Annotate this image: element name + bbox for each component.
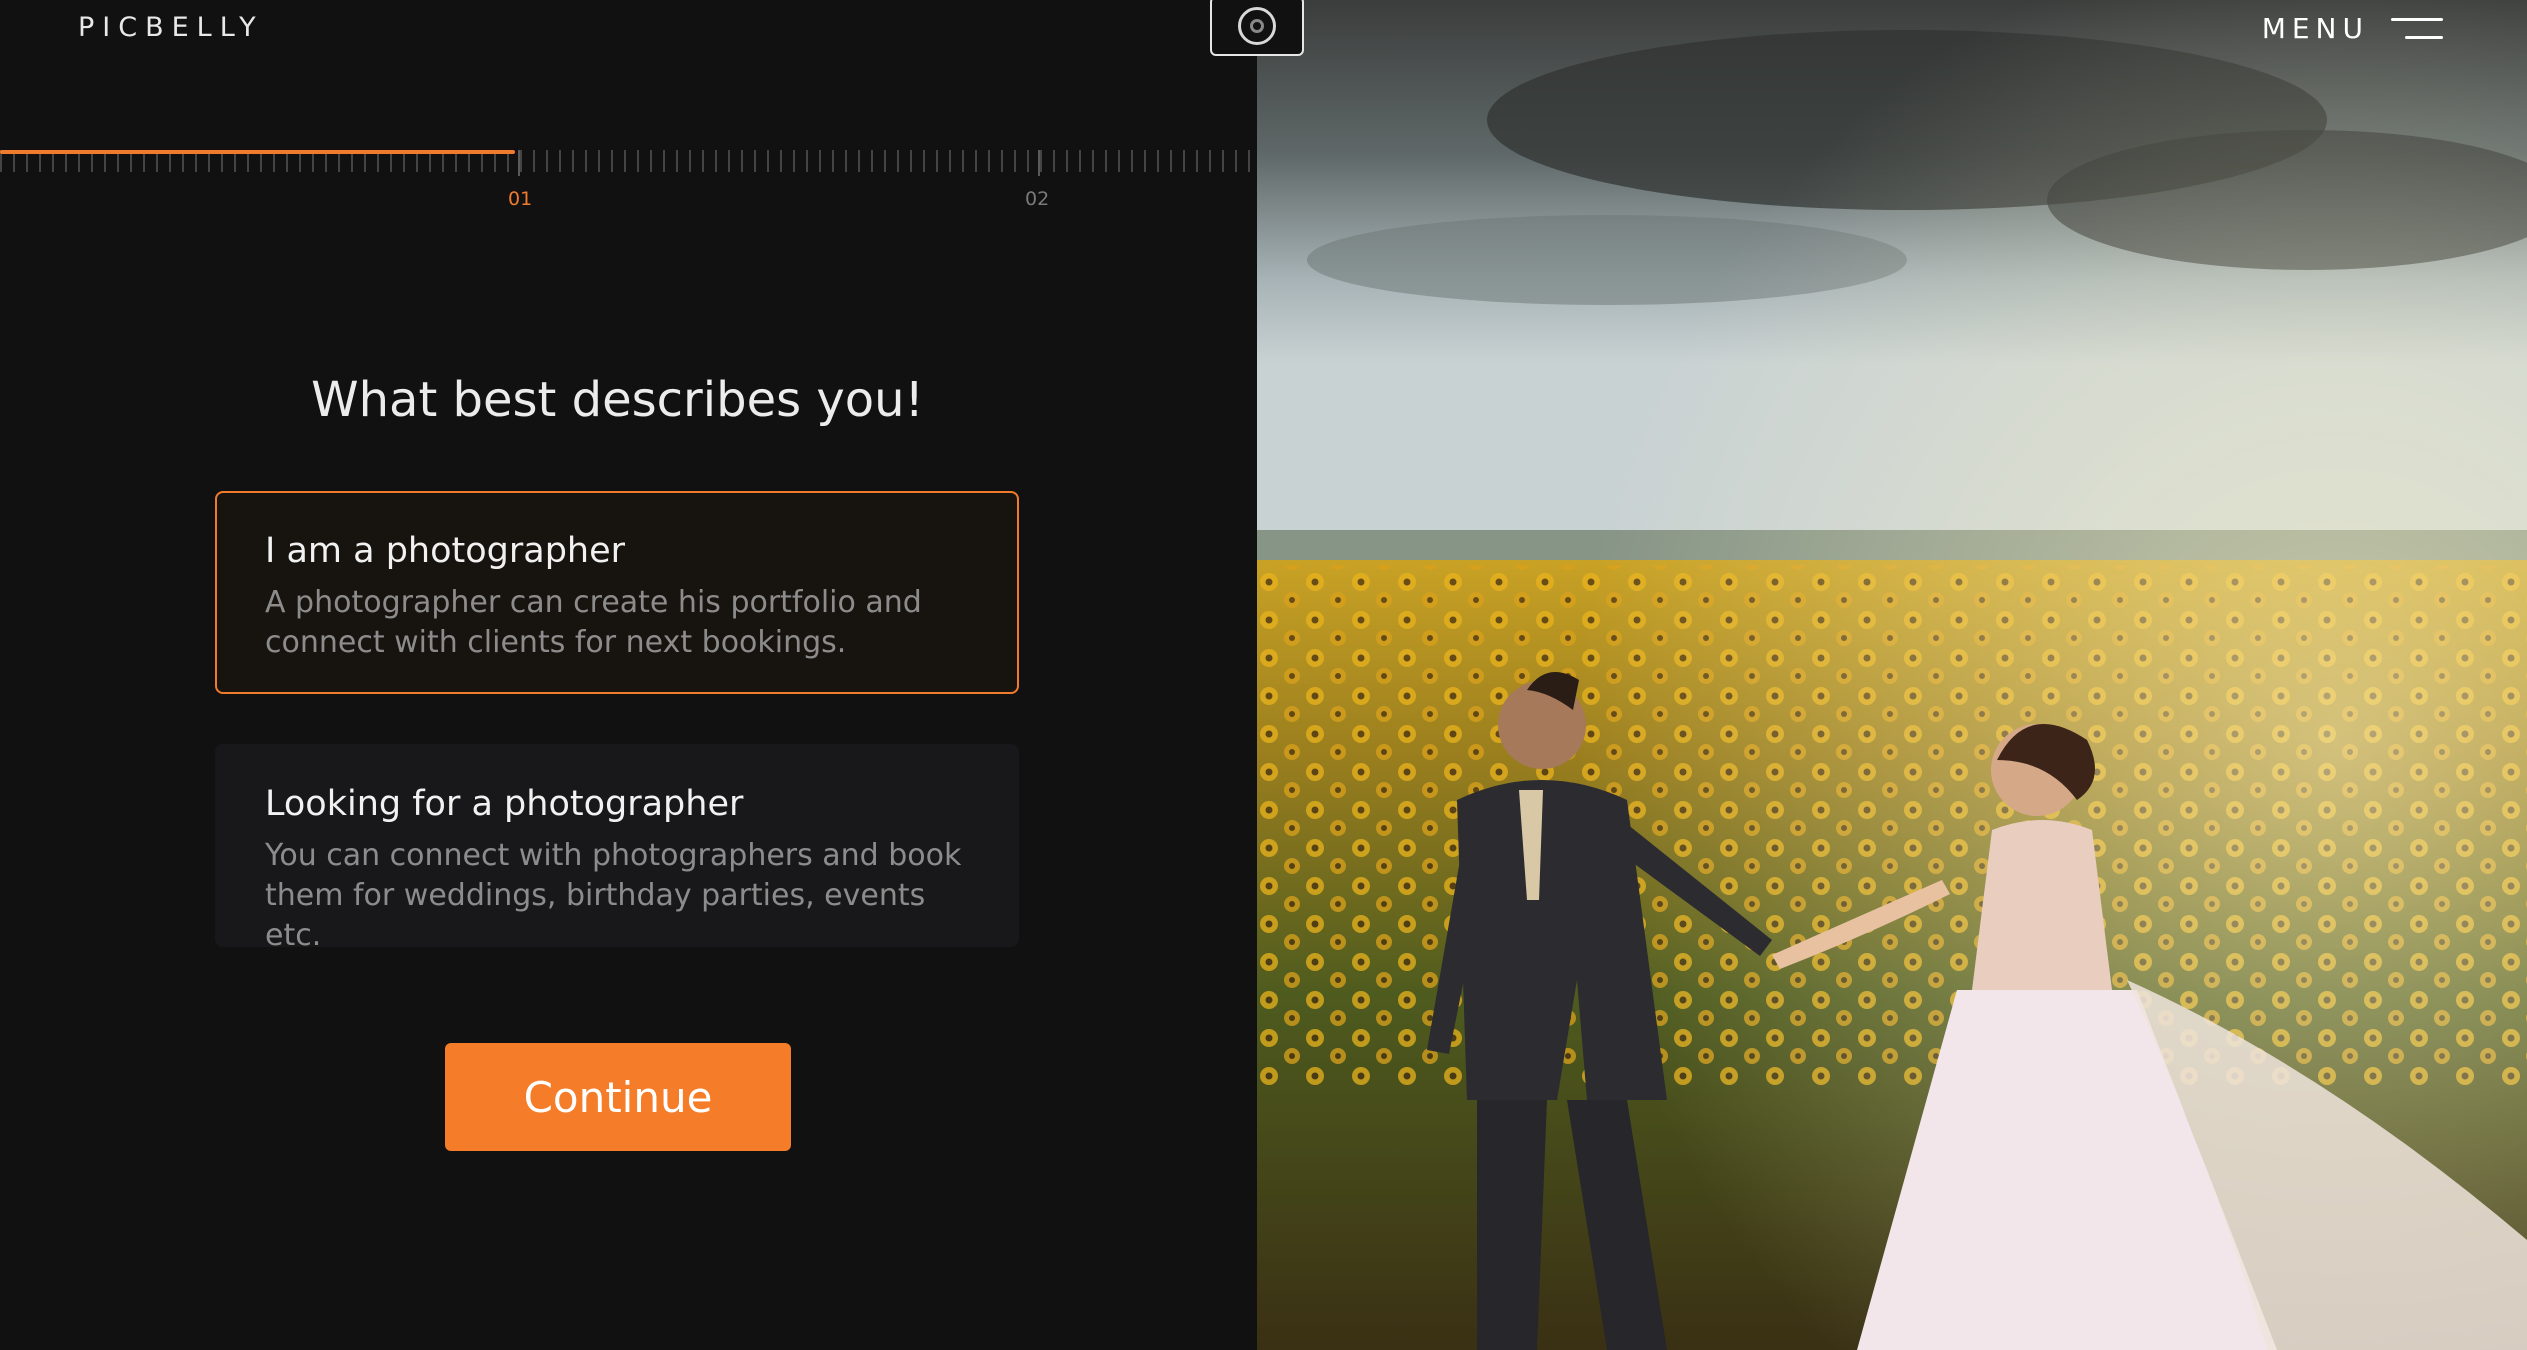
option-photographer[interactable]: I am a photographer A photographer can c… (215, 491, 1019, 694)
continue-button[interactable]: Continue (445, 1043, 791, 1151)
wedding-sunflower-photo (1257, 0, 2527, 1350)
menu-label: MENU (2261, 12, 2369, 45)
menu-button[interactable]: MENU (2262, 12, 2443, 45)
hamburger-icon (2391, 17, 2443, 40)
brand-logo[interactable]: PICBELLY (78, 12, 264, 43)
option-description: You can connect with photographers and b… (265, 838, 962, 953)
progress-major-tick (518, 150, 520, 176)
left-panel: PICBELLY 01 02 What best describes you! … (0, 0, 1257, 1350)
step-progress (0, 150, 1257, 176)
step-label-2: 02 (1025, 188, 1050, 210)
option-description: A photographer can create his portfolio … (265, 585, 922, 660)
option-title: Looking for a photographer (265, 784, 744, 824)
option-title: I am a photographer (265, 531, 626, 571)
camera-lens (1238, 7, 1276, 45)
progress-major-tick (1038, 150, 1040, 176)
page-title: What best describes you! (311, 372, 924, 428)
option-looking-for-photographer[interactable]: Looking for a photographer You can conne… (215, 744, 1019, 953)
step-label-1: 01 (508, 188, 533, 210)
hero-photo-panel (1257, 0, 2527, 1350)
progress-fill (0, 150, 516, 154)
camera-icon[interactable] (1210, 0, 1304, 56)
